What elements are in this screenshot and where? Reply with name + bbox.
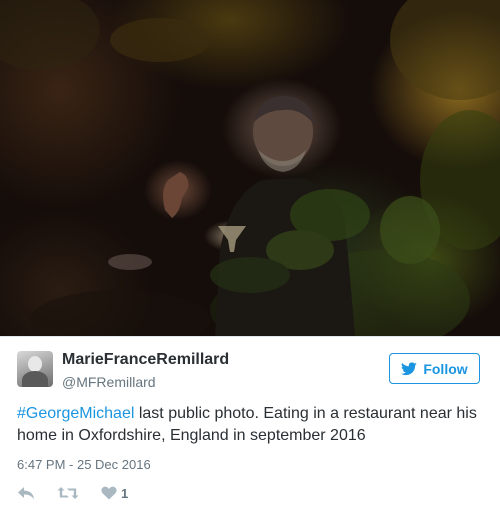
reply-icon[interactable] — [17, 486, 35, 500]
follow-button[interactable]: Follow — [389, 353, 480, 384]
hashtag-link[interactable]: #GeorgeMichael — [17, 405, 134, 422]
photo-scene — [0, 0, 500, 336]
avatar-face — [28, 356, 42, 372]
tweet-timestamp[interactable]: 6:47 PM - 25 Dec 2016 — [17, 457, 151, 472]
author-handle[interactable]: @MFRemillard — [62, 374, 156, 390]
heart-icon[interactable]: 1 — [101, 486, 128, 501]
avatar[interactable] — [17, 351, 53, 387]
tweet-text: #GeorgeMichael last public photo. Eating… — [17, 403, 487, 447]
avatar-body — [22, 371, 48, 387]
like-count: 1 — [121, 485, 129, 501]
tweet-photo[interactable] — [0, 0, 500, 336]
author-name[interactable]: MarieFranceRemillard — [62, 351, 229, 369]
tweet-actions: 1 — [17, 483, 128, 503]
retweet-icon[interactable] — [57, 486, 79, 500]
tweet-card: MarieFranceRemillard @MFRemillard Follow… — [0, 336, 500, 513]
twitter-bird-icon — [401, 361, 418, 376]
follow-label: Follow — [423, 360, 468, 377]
